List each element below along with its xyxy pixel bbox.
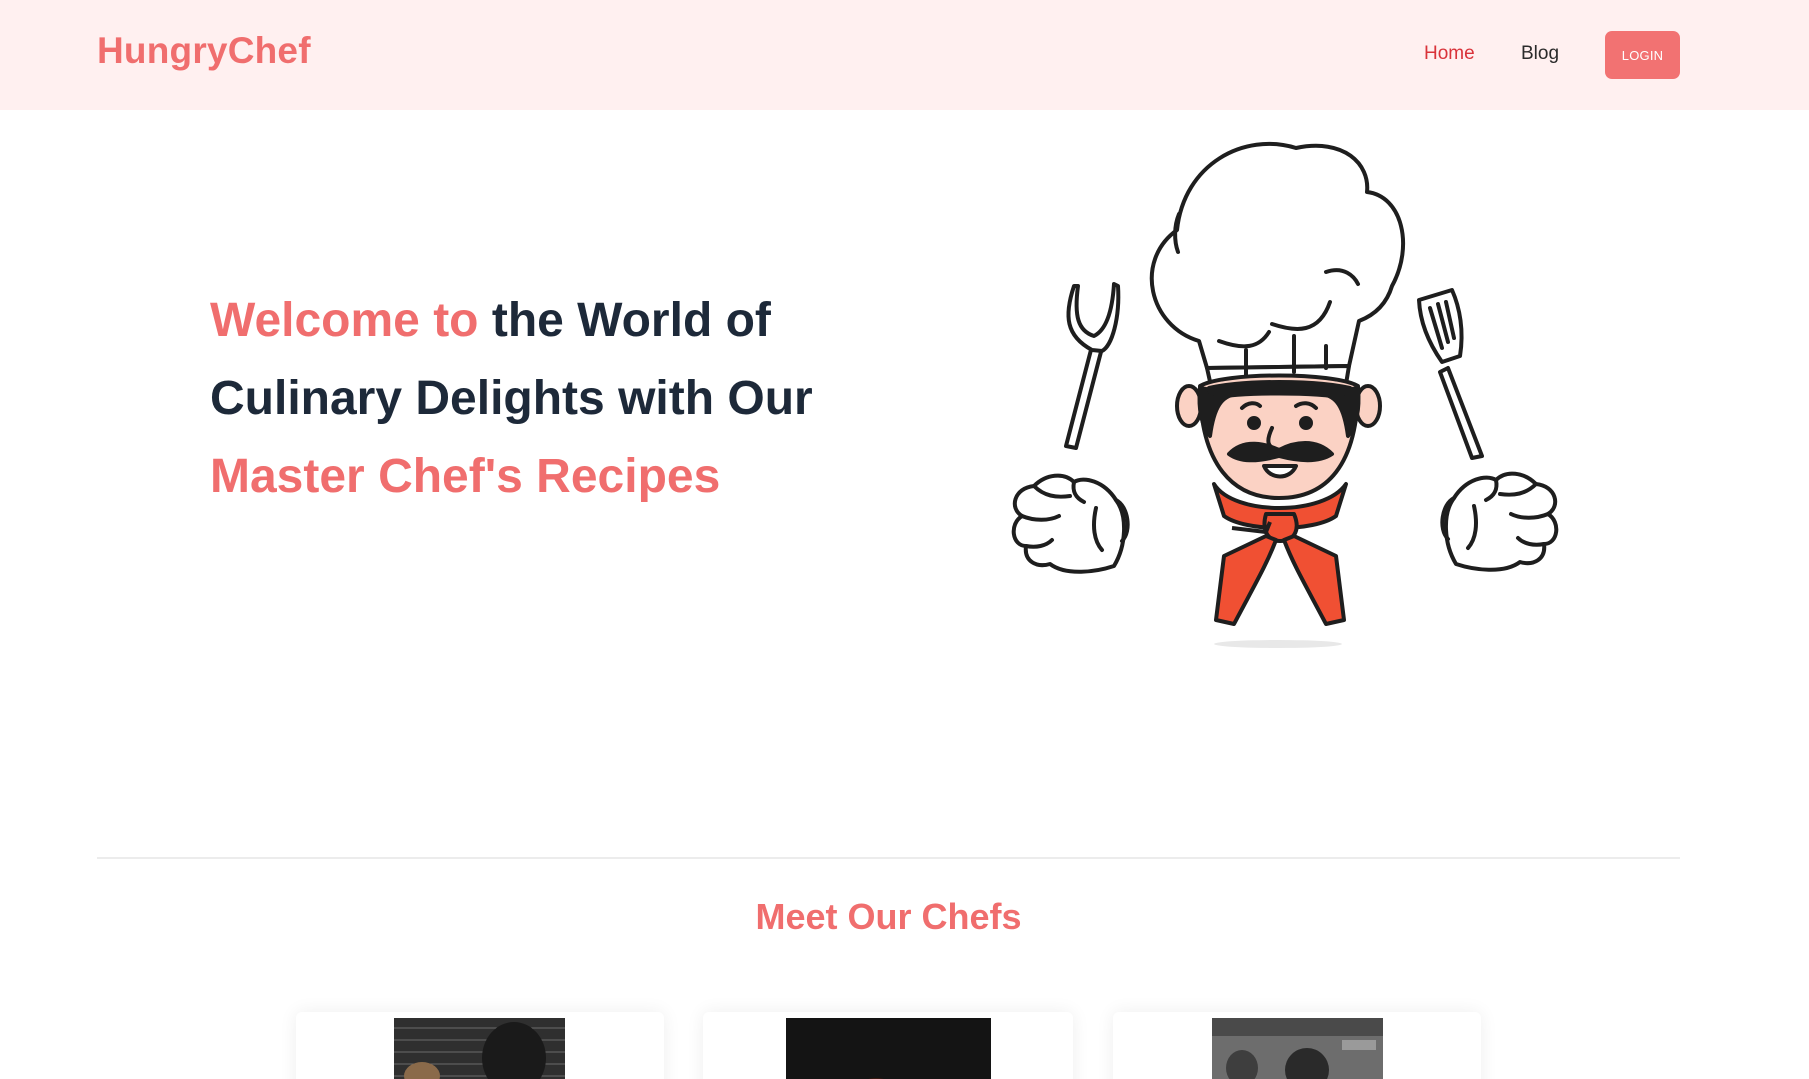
hero-title-accent-end: Master Chef's Recipes [210,450,721,503]
chef-mascot-illustration [1011,142,1559,648]
login-button[interactable]: LOGIN [1605,31,1680,79]
navbar: HungryChef Home Blog LOGIN [0,0,1809,110]
right-hand [1440,471,1559,572]
nav-link-blog[interactable]: Blog [1521,43,1559,65]
chef-shadow [1214,640,1342,648]
hero-title: Welcome to the World of Culinary Delight… [210,282,850,516]
chef-hat [1149,142,1406,388]
fork-icon [1064,282,1121,450]
hero-title-accent-start: Welcome to [210,294,479,347]
chef-photo [1212,1018,1383,1079]
chef-photo [786,1018,991,1079]
left-hand [1011,473,1130,574]
section-divider [97,857,1680,859]
spatula-icon [1417,288,1484,460]
chef-face [1175,373,1382,500]
nav-link-home[interactable]: Home [1424,43,1475,65]
chef-scarf [1212,482,1348,626]
meet-our-chefs-heading: Meet Our Chefs [755,896,1022,937]
chef-photo [394,1018,565,1079]
brand-logo[interactable]: HungryChef [97,30,311,72]
